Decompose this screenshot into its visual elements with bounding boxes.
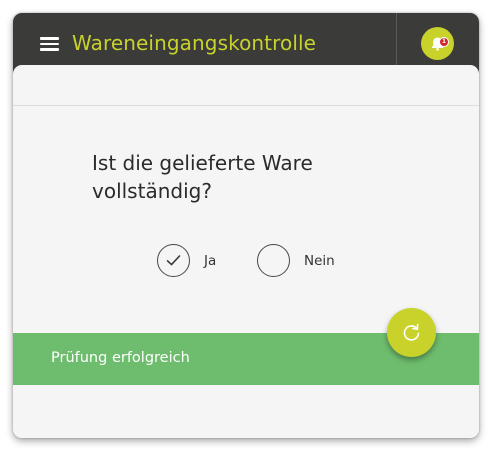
question-card: Ist die gelieferte Ware vollständig? Ja … [13,65,479,438]
question-text: Ist die gelieferte Ware vollständig? [92,151,313,203]
hamburger-menu-icon[interactable] [40,37,59,51]
radio-nein[interactable] [257,244,290,277]
notification-button[interactable]: 1 [421,27,454,60]
refresh-button[interactable] [387,308,436,357]
app-header: Wareneingangskontrolle 1 [13,13,479,73]
header-divider [396,13,397,73]
radio-ja[interactable] [157,244,190,277]
option-ja-label: Ja [204,253,217,269]
checkmark-icon [166,255,181,266]
menu-icon-bar-bottom [40,48,59,51]
app-window: Wareneingangskontrolle 1 Ist die geliefe… [13,13,479,438]
menu-icon-bar-top [40,37,59,40]
notification-badge: 1 [439,37,449,47]
menu-icon-bar-middle [40,42,59,46]
option-ja[interactable]: Ja [157,244,227,278]
option-nein[interactable]: Nein [257,244,347,278]
bell-icon [431,37,444,51]
card-divider [13,105,479,106]
option-nein-label: Nein [304,253,335,269]
status-text: Prüfung erfolgreich [51,350,190,366]
refresh-icon [403,323,420,341]
app-title: Wareneingangskontrolle [72,31,317,55]
